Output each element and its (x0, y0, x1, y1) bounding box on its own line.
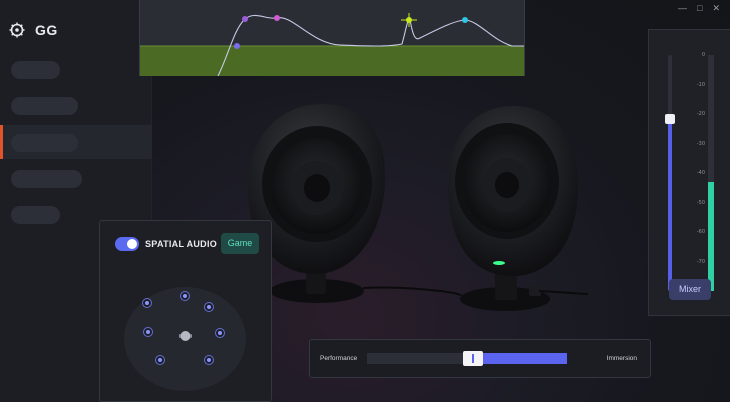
eq-node[interactable] (274, 15, 280, 21)
brand[interactable]: GG (9, 22, 58, 38)
speaker-position-dot[interactable] (180, 291, 190, 301)
eq-node[interactable] (462, 17, 468, 23)
speakers-image (248, 104, 588, 311)
volume-slider[interactable] (668, 55, 672, 291)
volume-scale-tick: -40 (696, 170, 705, 176)
volume-scale-tick: -60 (696, 229, 705, 235)
spatial-sound-field[interactable] (124, 287, 246, 391)
eq-graph[interactable] (139, 0, 525, 76)
speaker-position-dot[interactable] (143, 327, 153, 337)
sidebar-item-placeholder (11, 134, 78, 152)
app-window: GG — □ ✕ 0 -10 -20 -30 -40 -50 -60 -70 M… (0, 0, 730, 402)
eq-band-fill (140, 46, 524, 76)
performance-slider-handle[interactable] (463, 351, 483, 366)
volume-scale-tick: -10 (696, 81, 705, 88)
level-meter (708, 55, 714, 291)
eq-curve-svg (140, 13, 524, 76)
speaker-position-dot[interactable] (204, 355, 214, 365)
volume-slider-handle[interactable] (665, 113, 675, 124)
mixer-button[interactable]: Mixer (669, 279, 711, 300)
window-controls: — □ ✕ (678, 3, 720, 14)
speaker-position-dot[interactable] (204, 302, 214, 312)
volume-scale-tick: 0 (701, 52, 705, 58)
eq-node[interactable] (234, 43, 240, 49)
volume-scale-tick: -50 (696, 199, 705, 206)
volume-scale-tick: -20 (696, 111, 705, 117)
sidebar-item-placeholder (11, 61, 60, 79)
spatial-audio-label: SPATIAL AUDIO (145, 239, 218, 249)
sidebar-item-3-active[interactable] (0, 125, 152, 159)
close-icon[interactable]: ✕ (712, 3, 720, 14)
sidebar-item-placeholder (11, 206, 60, 224)
performance-slider-fill (477, 353, 567, 364)
listener-head-icon (179, 331, 192, 341)
speaker-position-dot[interactable] (215, 328, 225, 338)
maximize-icon[interactable]: □ (697, 3, 702, 14)
minimize-icon[interactable]: — (678, 3, 687, 14)
brand-name: GG (35, 22, 58, 38)
speaker-position-dot[interactable] (142, 298, 152, 308)
speaker-position-dot[interactable] (155, 355, 165, 365)
volume-scale-tick: -30 (696, 140, 705, 147)
eq-node-crosshair (401, 13, 417, 27)
eq-node[interactable] (242, 16, 248, 22)
volume-slider-fill (668, 118, 672, 291)
performance-immersion-slider[interactable] (367, 351, 567, 366)
sidebar-item-placeholder (11, 170, 82, 188)
volume-scale-tick: -70 (696, 258, 705, 265)
immersion-label: Immersion (606, 355, 637, 362)
mixer-panel: 0-10-20-30-40-50-60-70-80 Mixer (648, 29, 730, 316)
spatial-audio-toggle[interactable] (115, 237, 139, 251)
performance-label: Performance (320, 355, 358, 362)
sidebar-item-placeholder (11, 97, 78, 115)
sidebar-item-4[interactable] (0, 161, 152, 195)
performance-immersion-panel: Performance Immersion (309, 339, 651, 378)
level-meter-fill (708, 182, 714, 291)
sidebar-item-1[interactable] (0, 52, 152, 86)
game-mode-button[interactable]: Game (221, 233, 259, 254)
sidebar-item-2[interactable] (0, 88, 152, 122)
spatial-audio-panel: SPATIAL AUDIO Game (99, 220, 272, 402)
steelseries-logo-icon (9, 22, 25, 38)
